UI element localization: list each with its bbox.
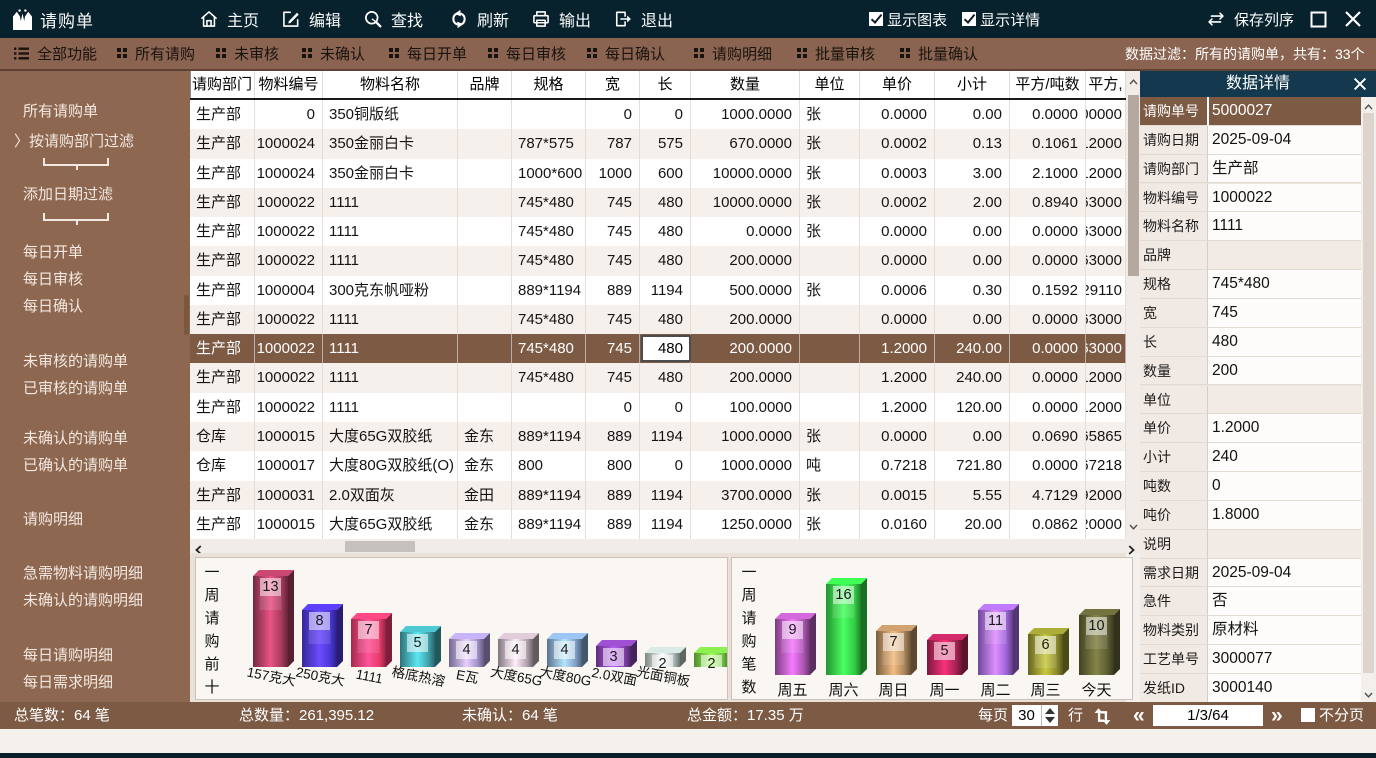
- svg-text:11: 11: [988, 613, 1003, 629]
- svg-text:7: 7: [889, 634, 897, 650]
- svg-text:5: 5: [413, 635, 421, 651]
- svg-text:16: 16: [835, 587, 851, 603]
- svg-text:13: 13: [262, 579, 278, 595]
- svg-text:1111: 1111: [355, 667, 384, 687]
- svg-text:6: 6: [1041, 637, 1049, 653]
- svg-text:周三: 周三: [1030, 682, 1060, 699]
- svg-text:周六: 周六: [828, 682, 858, 699]
- svg-text:5: 5: [940, 643, 948, 659]
- svg-text:2.0双面: 2.0双面: [590, 665, 638, 688]
- svg-text:周二: 周二: [980, 682, 1010, 699]
- svg-text:周日: 周日: [878, 682, 908, 699]
- svg-text:4: 4: [462, 642, 470, 658]
- svg-text:E瓦: E瓦: [455, 667, 480, 686]
- svg-text:157克大: 157克大: [246, 664, 297, 688]
- svg-text:周五: 周五: [777, 682, 807, 699]
- svg-text:10: 10: [1088, 618, 1104, 634]
- svg-text:大度65G: 大度65G: [489, 664, 543, 689]
- svg-text:8: 8: [315, 613, 323, 629]
- svg-text:4: 4: [511, 642, 519, 658]
- svg-text:周一: 周一: [929, 682, 959, 699]
- svg-text:9: 9: [788, 622, 796, 638]
- svg-text:今天: 今天: [1081, 682, 1111, 699]
- svg-text:4: 4: [560, 642, 568, 658]
- svg-text:格底热溶: 格底热溶: [390, 664, 446, 689]
- svg-text:3: 3: [609, 649, 617, 665]
- svg-text:2: 2: [707, 656, 715, 672]
- svg-text:250克大: 250克大: [295, 664, 346, 688]
- svg-text:7: 7: [364, 622, 372, 638]
- svg-text:大度80G: 大度80G: [538, 664, 592, 689]
